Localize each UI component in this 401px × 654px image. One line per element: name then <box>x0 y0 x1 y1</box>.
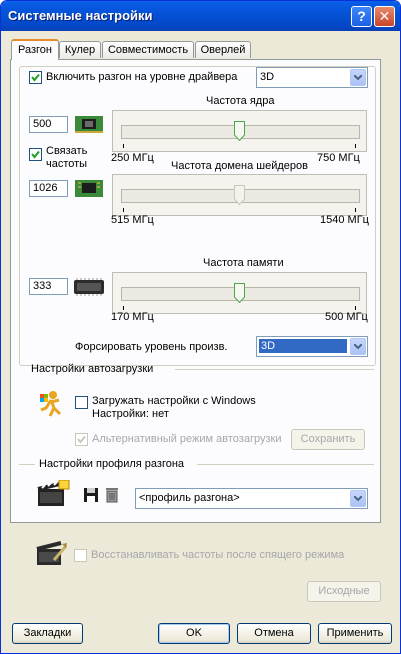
core-clock-title: Частота ядра <box>206 95 275 107</box>
shader-clock-input[interactable]: 1026 <box>29 180 68 197</box>
tick-min <box>123 306 124 310</box>
checkmark-icon <box>31 73 40 82</box>
shader-clock-max: 1540 МГц <box>320 214 369 226</box>
delete-profile-icon[interactable] <box>105 487 119 503</box>
memory-clock-title: Частота памяти <box>203 257 284 269</box>
memory-chip-icon <box>74 278 104 296</box>
force-performance-label: Форсировать уровень произв. <box>75 341 228 353</box>
group-divider <box>175 369 374 370</box>
save-profile-icon[interactable] <box>83 487 99 503</box>
shader-chip-icon <box>75 180 103 197</box>
close-button[interactable]: ✕ <box>374 6 395 27</box>
title-bar[interactable]: Системные настройки ? ✕ <box>1 1 400 31</box>
defaults-button[interactable]: Исходные <box>307 581 381 602</box>
save-button[interactable]: Сохранить <box>291 429 365 450</box>
slider-ticks <box>123 208 356 212</box>
force-performance-select[interactable]: 3D <box>256 336 368 357</box>
tab-overlay[interactable]: Оверлей <box>195 41 251 58</box>
restore-after-sleep-label: Восстанавливать частоты после спящего ре… <box>91 549 345 561</box>
profile-group-title: Настройки профиля разгона <box>39 458 185 470</box>
alternative-autoload-label: Альтернативный режим автозагрузки <box>92 433 282 445</box>
chevron-down-icon[interactable] <box>350 69 366 86</box>
chevron-down-icon[interactable] <box>350 490 366 507</box>
memory-clock-slider[interactable] <box>112 272 367 314</box>
tick-max <box>355 144 356 148</box>
checkmark-icon <box>77 435 86 444</box>
help-button[interactable]: ? <box>351 6 372 27</box>
memory-clock-max: 500 МГц <box>325 311 368 323</box>
link-clocks-checkbox[interactable] <box>29 148 42 161</box>
checkmark-icon <box>31 150 40 159</box>
load-with-windows-checkbox[interactable] <box>75 396 88 409</box>
tick-max <box>355 306 356 310</box>
tick-min <box>123 208 124 212</box>
core-clock-min: 250 МГц <box>111 152 154 164</box>
slider-thumb[interactable] <box>234 121 245 141</box>
profile-select[interactable]: <профиль разгона> <box>135 488 368 509</box>
shader-clock-title: Частота домена шейдеров <box>171 160 308 172</box>
autoload-settings-status: Настройки: нет <box>92 408 169 420</box>
core-clock-slider[interactable] <box>112 110 367 152</box>
slider-ticks <box>123 306 356 310</box>
tick-min <box>123 144 124 148</box>
profile-clapper-icon <box>37 480 70 506</box>
settings-window: Системные настройки ? ✕ Разгон Кулер Сов… <box>0 0 401 654</box>
enable-overclock-label: Включить разгон на уровне драйвера <box>46 71 238 83</box>
tab-cooler[interactable]: Кулер <box>59 41 101 58</box>
group-divider <box>19 464 35 465</box>
core-clock-input[interactable]: 500 <box>29 116 68 133</box>
group-divider <box>197 464 374 465</box>
force-performance-value: 3D <box>259 339 347 353</box>
slider-thumb[interactable] <box>234 283 245 303</box>
shader-clock-min: 515 МГц <box>111 214 154 226</box>
tab-compatibility[interactable]: Совместимость <box>102 41 194 58</box>
enable-overclock-checkbox[interactable] <box>29 71 42 84</box>
overclock-panel: Включить разгон на уровне драйвера 3D Ча… <box>10 59 381 523</box>
autoload-group-title: Настройки автозагрузки <box>31 363 154 375</box>
overclock-mode-select[interactable]: 3D <box>256 67 368 88</box>
memory-clock-input[interactable]: 333 <box>29 278 68 295</box>
restore-clocks-icon <box>36 541 68 565</box>
slider-thumb <box>234 185 245 205</box>
ok-button[interactable]: OK <box>158 623 230 644</box>
slider-ticks <box>123 144 356 148</box>
gpu-chip-icon <box>75 116 103 133</box>
restore-after-sleep-checkbox[interactable] <box>74 549 87 562</box>
alternative-autoload-checkbox[interactable] <box>75 433 88 446</box>
windows-run-icon <box>40 391 62 417</box>
memory-clock-min: 170 МГц <box>111 311 154 323</box>
shader-clock-slider[interactable] <box>112 174 367 216</box>
tick-max <box>355 208 356 212</box>
link-clocks-label-line2: частоты <box>46 158 88 170</box>
window-title: Системные настройки <box>8 8 153 23</box>
overclock-mode-value: 3D <box>260 71 275 83</box>
profile-select-value: <профиль разгона> <box>139 492 240 504</box>
chevron-down-icon[interactable] <box>350 338 366 355</box>
bookmarks-button[interactable]: Закладки <box>12 623 83 644</box>
link-clocks-label-line1: Связать <box>46 145 88 157</box>
core-clock-max: 750 МГц <box>317 152 360 164</box>
apply-button[interactable]: Применить <box>318 623 392 644</box>
tab-overclock[interactable]: Разгон <box>11 39 59 60</box>
cancel-button[interactable]: Отмена <box>237 623 311 644</box>
load-with-windows-label: Загружать настройки с Windows <box>92 395 256 407</box>
